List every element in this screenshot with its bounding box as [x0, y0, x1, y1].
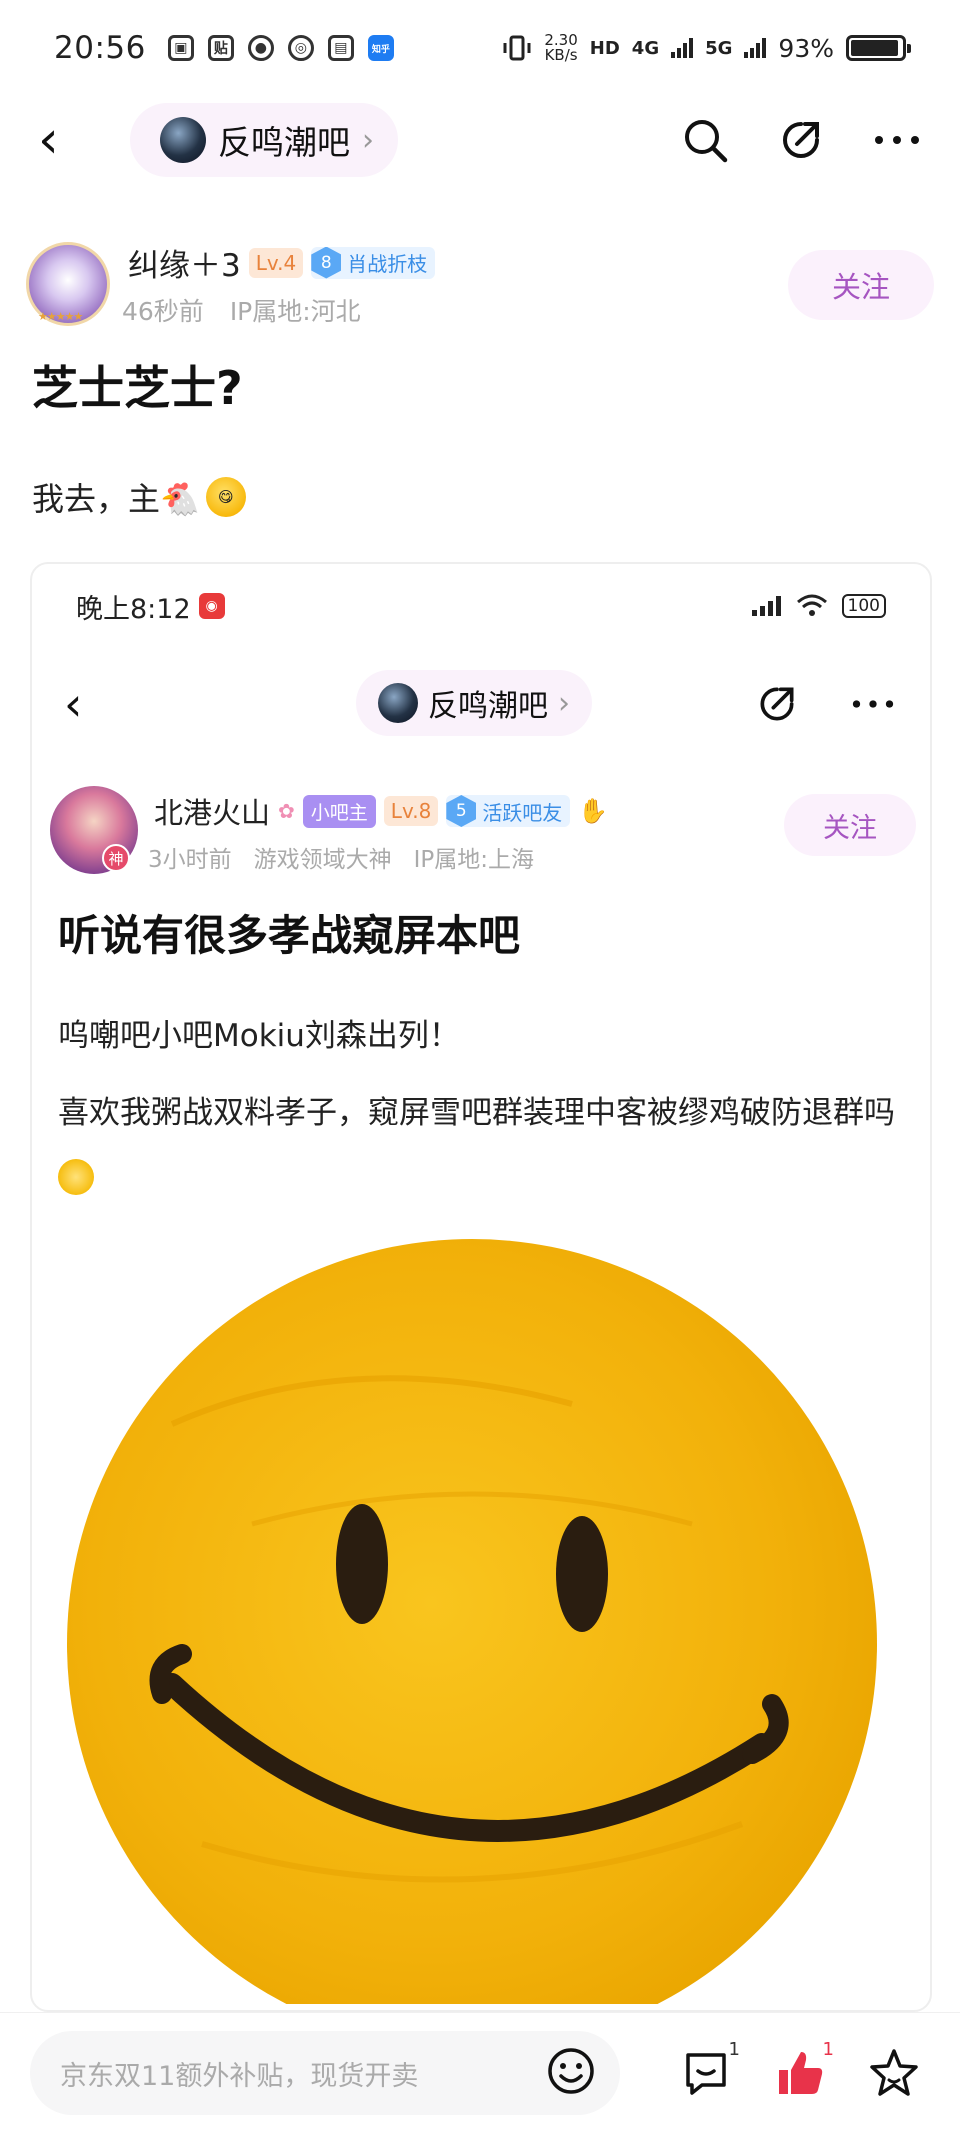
embedded-forum-entry: 反鸣潮吧 › [356, 670, 592, 736]
embedded-battery: 100 [841, 594, 886, 618]
embedded-post-title: 听说有很多孝战窥屏本吧 [58, 911, 521, 960]
embedded-paragraph-2-text: 喜欢我粥战双料孝子，窥屏雪吧群装理中客被缪鸡破防退群吗 [58, 1095, 895, 1131]
battery-percent: 93% [778, 33, 834, 63]
like-count: 1 [822, 2039, 834, 2060]
more-icon[interactable] [872, 115, 922, 165]
fan-title: 活跃吧友 [482, 800, 563, 825]
follow-button[interactable]: 关注 [788, 250, 934, 320]
ip-location: IP属地:河北 [229, 297, 361, 326]
fan-level: 8 [311, 246, 342, 279]
embedded-paragraph-1: 呜嘲吧小吧Mokiu刘森出列！ [58, 1018, 460, 1054]
vibrate-icon [503, 35, 531, 61]
embedded-time-ago: 3小时前 [148, 847, 232, 873]
forum-avatar [160, 117, 206, 163]
more-icon [848, 679, 898, 729]
comment-button[interactable]: 1 [678, 2039, 740, 2101]
tieba-icon: 贴 [207, 35, 234, 61]
comment-icon [686, 2053, 726, 2095]
battery-icon [846, 35, 911, 61]
fan-badge: 8 肖战折枝 [311, 246, 436, 279]
top-nav: ‹ 反鸣潮吧 › [0, 92, 960, 188]
level-badge: Lv.4 [248, 247, 304, 278]
share-icon [752, 679, 802, 729]
post-body: 我去，主🐔 😋 [32, 474, 246, 520]
post-time: 46秒前 [122, 297, 204, 326]
status-indicators: 2.30 KB/s HD 4G 5G 93% [502, 33, 911, 63]
post-title: 芝士芝士? [32, 361, 243, 415]
embedded-time: 晚上8:12 [76, 593, 191, 625]
note-icon: ▤ [327, 35, 354, 61]
chevron-right-icon: › [558, 685, 570, 721]
post-author: ★★★★★ 纠缘＋3 Lv.4 8 肖战折枝 46秒前 IP属地:河北 关注 [26, 236, 934, 336]
search-icon[interactable] [680, 115, 730, 165]
status-time: 20:56 [54, 30, 146, 66]
embedded-status-bar: 晚上8:12 ◉ 100 [32, 564, 930, 648]
forum-name: 反鸣潮吧 [218, 123, 350, 162]
avatar-frame-stars: ★★★★★ [38, 310, 83, 323]
chevron-right-icon: › [362, 122, 374, 158]
hd-indicator: HD [589, 37, 620, 59]
embedded-author-name: 北港火山 [154, 796, 271, 830]
post-body-text: 我去，主🐔 [32, 480, 200, 518]
embedded-meta: 3小时前 游戏领域大神 IP属地:上海 [148, 840, 534, 874]
embedded-forum-name: 反鸣潮吧 [428, 689, 548, 724]
bottom-bar: 京东双11额外补贴，现货开卖 1 1 [0, 2012, 960, 2133]
forum-avatar [378, 683, 418, 723]
smiley-image [52, 1224, 912, 2010]
net-speed-unit: KB/s [544, 46, 578, 64]
forum-entry[interactable]: 反鸣潮吧 › [130, 103, 398, 177]
net-speed: 2.30 KB/s [544, 33, 577, 63]
zhihu-icon: 知乎 [367, 35, 394, 61]
comment-input[interactable]: 京东双11额外补贴，现货开卖 [30, 2031, 620, 2115]
level-badge: Lv.8 [383, 796, 439, 826]
netease-icon: ◉ [198, 593, 225, 619]
fan-badge: 5 活跃吧友 [446, 795, 571, 827]
embedded-follow-button: 关注 [784, 794, 916, 856]
bilibili-icon: ▣ [167, 35, 194, 61]
embedded-title-tag: 游戏领域大神 [253, 847, 392, 873]
signal-bars-icon [751, 596, 781, 616]
signal-bars-icon [671, 38, 694, 58]
5g-signal-icon: 5G [705, 37, 733, 59]
wifi-icon [796, 594, 827, 616]
smiley-face-icon [67, 1239, 877, 2010]
share-icon[interactable] [776, 115, 826, 165]
star-icon [870, 2049, 918, 2096]
embedded-ip: IP属地:上海 [413, 847, 535, 873]
notification-icons: ▣ 贴 ● ◎ ▤ 知乎 [167, 35, 394, 61]
emoji-picker-icon[interactable] [546, 2046, 596, 2100]
back-icon[interactable]: ‹ [38, 114, 78, 166]
browser-icon: ● [247, 35, 274, 61]
back-icon: ‹ [64, 677, 83, 731]
post-meta: 46秒前 IP属地:河北 [122, 292, 361, 328]
fan-title: 肖战折枝 [347, 252, 428, 276]
comment-count: 1 [728, 2039, 740, 2060]
moderator-badge: 小吧主 [302, 794, 376, 828]
embedded-paragraph-2: 喜欢我粥战双料孝子，窥屏雪吧群装理中客被缪鸡破防退群吗 [58, 1082, 898, 1206]
god-badge: 神 [102, 844, 130, 872]
author-name[interactable]: 纠缘＋3 [128, 240, 241, 285]
like-button[interactable]: 1 [772, 2039, 834, 2101]
signal-bars-icon-2 [744, 38, 767, 58]
comment-placeholder: 京东双11额外补贴，现货开卖 [60, 2060, 419, 2092]
weibo-icon: ◎ [287, 35, 314, 61]
embedded-nav: ‹ 反鸣潮吧 › [32, 664, 930, 744]
fan-level: 5 [446, 795, 477, 827]
status-bar: 20:56 ▣ 贴 ● ◎ ▤ 知乎 2.30 KB/s HD 4G 5G 93… [0, 0, 960, 96]
flower-icon: ✿ [278, 799, 295, 823]
emoji-icon [58, 1158, 94, 1195]
favorite-button[interactable] [866, 2045, 922, 2101]
post-image[interactable]: 晚上8:12 ◉ 100 ‹ 反鸣潮吧 › 神 北港火山 ✿ 小吧主 Lv.8 … [30, 562, 932, 2012]
thumbs-up-icon [779, 2052, 823, 2094]
embedded-author: 神 北港火山 ✿ 小吧主 Lv.8 5 活跃吧友 ✋ 3小时前 游戏领域大神 I… [50, 786, 916, 896]
battery-fill [851, 40, 898, 56]
4g-signal-icon: 4G [631, 37, 660, 59]
hands-icon: ✋ [578, 797, 609, 825]
tongue-emoji-icon: 😋 [205, 477, 246, 517]
